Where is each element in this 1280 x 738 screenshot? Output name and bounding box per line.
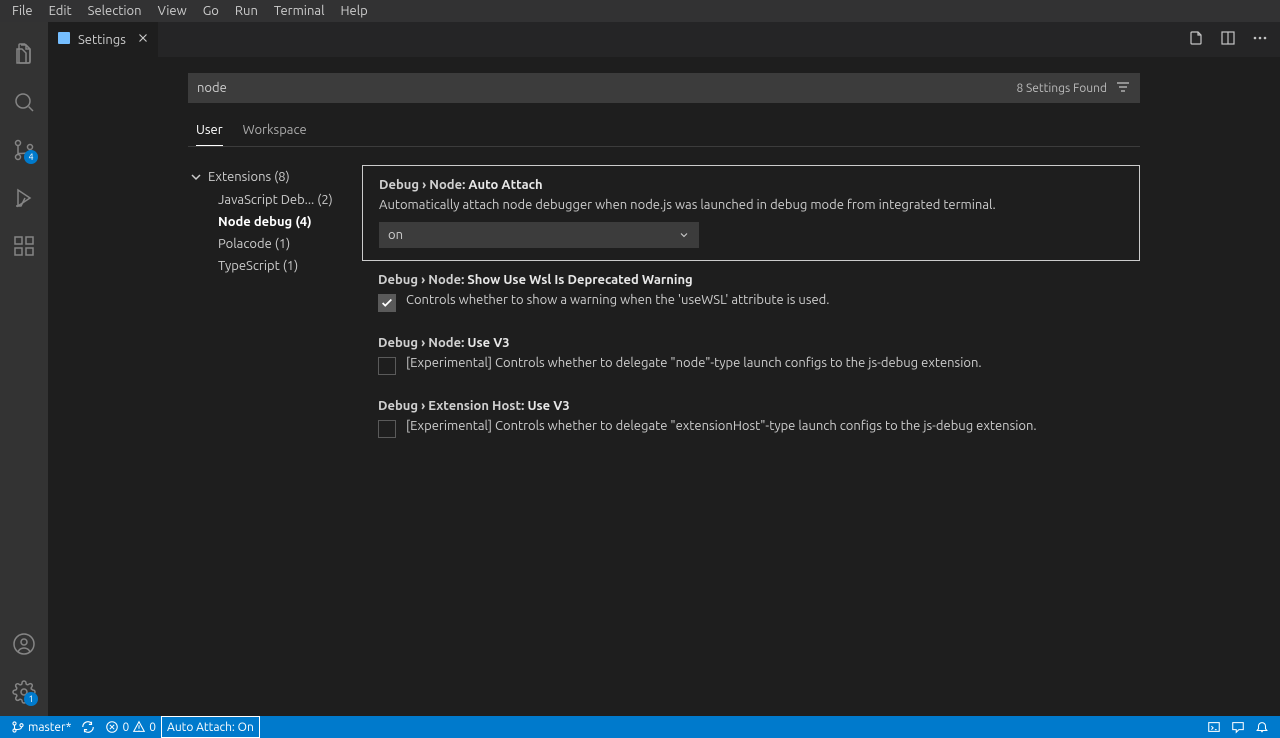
status-branch-label: master* — [28, 721, 71, 734]
status-sync[interactable] — [76, 716, 100, 738]
menu-run[interactable]: Run — [227, 2, 266, 20]
setting-checkbox[interactable] — [378, 294, 396, 312]
setting-item: Debug › Extension Host: Use V3 [Experime… — [362, 387, 1140, 450]
setting-description: Automatically attach node debugger when … — [379, 198, 1123, 212]
settings-list: Debug › Node: Auto Attach Automatically … — [362, 165, 1140, 450]
settings-scope-tabs: User Workspace — [188, 117, 1140, 147]
status-branch[interactable]: master* — [6, 716, 76, 738]
editor-actions — [1188, 30, 1280, 49]
setting-name: Auto Attach — [468, 178, 542, 192]
status-terminal-icon[interactable] — [1202, 716, 1226, 738]
menu-terminal[interactable]: Terminal — [266, 2, 333, 20]
toc-item-label: Node debug — [218, 215, 292, 229]
setting-checkbox[interactable] — [378, 420, 396, 438]
tab-close-icon[interactable] — [136, 31, 150, 48]
error-icon — [105, 720, 119, 734]
settings-filter-icon[interactable] — [1115, 79, 1131, 98]
tab-bar: Settings — [48, 22, 1280, 57]
manage-gear-icon[interactable]: 1 — [0, 668, 48, 716]
setting-category: Debug › Node: — [378, 273, 467, 287]
setting-description: [Experimental] Controls whether to deleg… — [406, 419, 1037, 433]
toc-item-label: TypeScript — [218, 259, 280, 273]
setting-select-value: on — [388, 228, 403, 242]
accounts-icon[interactable] — [0, 620, 48, 668]
toc-extensions[interactable]: Extensions (8) — [188, 165, 362, 189]
chevron-down-icon — [678, 229, 690, 241]
settings-toc: Extensions (8) JavaScript Deb... (2)Node… — [188, 165, 362, 450]
scope-tab-workspace[interactable]: Workspace — [243, 117, 307, 146]
status-problems[interactable]: 0 0 — [100, 716, 161, 738]
scm-badge: 4 — [24, 150, 38, 164]
setting-checkbox[interactable] — [378, 357, 396, 375]
toc-head-count: (8) — [274, 170, 290, 184]
menu-help[interactable]: Help — [332, 2, 375, 20]
split-editor-icon[interactable] — [1220, 30, 1236, 49]
explorer-icon[interactable] — [0, 30, 48, 78]
editor-area: Settings 8 Settings Found — [48, 22, 1280, 716]
menu-edit[interactable]: Edit — [41, 2, 80, 20]
branch-icon — [11, 720, 25, 734]
setting-description: [Experimental] Controls whether to deleg… — [406, 356, 982, 370]
menu-file[interactable]: File — [4, 2, 41, 20]
status-errors: 0 — [122, 721, 129, 734]
open-settings-json-icon[interactable] — [1188, 30, 1204, 49]
toc-head-label: Extensions — [208, 170, 271, 184]
setting-category: Debug › Extension Host: — [378, 399, 527, 413]
settings-file-icon — [56, 30, 72, 49]
warning-icon — [132, 720, 146, 734]
scope-tab-user[interactable]: User — [196, 117, 223, 146]
source-control-icon[interactable]: 4 — [0, 126, 48, 174]
extensions-icon[interactable] — [0, 222, 48, 270]
toc-item[interactable]: Polacode (1) — [188, 233, 362, 255]
setting-name: Show Use Wsl Is Deprecated Warning — [467, 273, 692, 287]
menu-view[interactable]: View — [150, 2, 195, 20]
sync-icon — [81, 720, 95, 734]
status-bar: master* 0 0 Auto Attach: On — [0, 716, 1280, 738]
status-auto-attach-label: Auto Attach: On — [167, 721, 254, 734]
settings-search[interactable]: 8 Settings Found — [188, 73, 1140, 103]
search-icon[interactable] — [0, 78, 48, 126]
setting-item: Debug › Node: Show Use Wsl Is Deprecated… — [362, 261, 1140, 324]
chevron-down-icon — [188, 169, 204, 185]
toc-item-label: JavaScript Deb... — [218, 193, 314, 207]
setting-item: Debug › Node: Use V3 [Experimental] Cont… — [362, 324, 1140, 387]
setting-select[interactable]: on — [379, 222, 699, 248]
menu-go[interactable]: Go — [195, 2, 227, 20]
toc-item-count: (1) — [283, 259, 299, 273]
toc-item-count: (2) — [317, 193, 333, 207]
activity-bar: 4 1 — [0, 22, 48, 716]
toc-item-count: (1) — [275, 237, 291, 251]
status-bell-icon[interactable] — [1250, 716, 1274, 738]
setting-category: Debug › Node: — [379, 178, 468, 192]
toc-item[interactable]: Node debug (4) — [188, 211, 362, 233]
toc-item-count: (4) — [295, 215, 311, 229]
setting-name: Use V3 — [467, 336, 509, 350]
settings-search-input[interactable] — [197, 81, 1016, 95]
status-auto-attach[interactable]: Auto Attach: On — [161, 716, 260, 738]
menu-selection[interactable]: Selection — [80, 2, 150, 20]
more-actions-icon[interactable] — [1252, 30, 1268, 49]
setting-category: Debug › Node: — [378, 336, 467, 350]
setting-item: Debug › Node: Auto Attach Automatically … — [362, 165, 1140, 261]
tab-settings[interactable]: Settings — [48, 22, 159, 57]
toc-item[interactable]: TypeScript (1) — [188, 255, 362, 277]
status-feedback-icon[interactable] — [1226, 716, 1250, 738]
toc-item[interactable]: JavaScript Deb... (2) — [188, 189, 362, 211]
tab-title: Settings — [78, 33, 126, 47]
check-icon — [380, 296, 394, 310]
settings-found-count: 8 Settings Found — [1016, 82, 1107, 95]
toc-item-label: Polacode — [218, 237, 272, 251]
settings-badge: 1 — [24, 692, 38, 706]
run-debug-icon[interactable] — [0, 174, 48, 222]
setting-description: Controls whether to show a warning when … — [406, 293, 829, 307]
setting-name: Use V3 — [527, 399, 569, 413]
menu-bar: File Edit Selection View Go Run Terminal… — [0, 0, 1280, 22]
status-warnings: 0 — [149, 721, 156, 734]
